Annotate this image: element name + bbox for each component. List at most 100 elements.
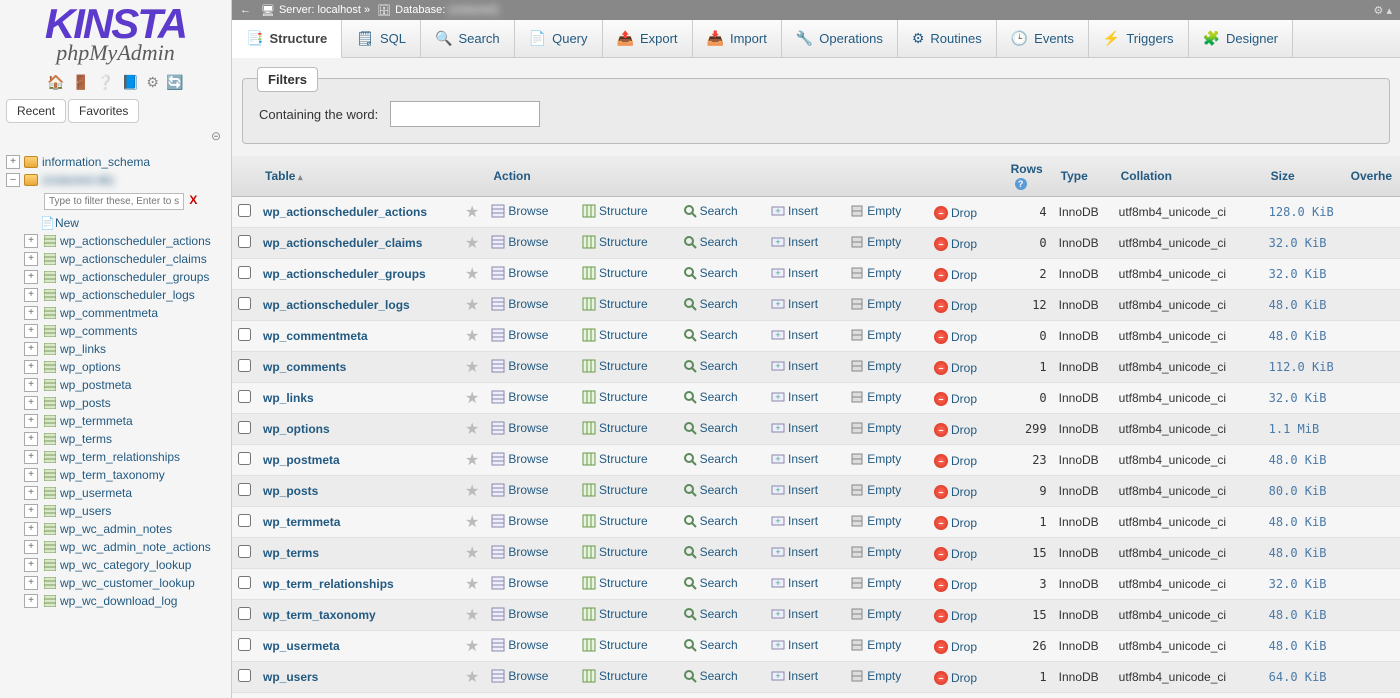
drop-action[interactable]: –Drop bbox=[934, 640, 977, 654]
structure-action[interactable]: Structure bbox=[582, 514, 648, 528]
search-action[interactable]: Search bbox=[683, 638, 738, 652]
tree-table-item[interactable]: + wp_users bbox=[0, 502, 231, 520]
table-name-link[interactable]: wp_users bbox=[263, 670, 318, 684]
tree-table-name[interactable]: wp_usermeta bbox=[60, 486, 132, 500]
favorite-star-icon[interactable]: ★ bbox=[459, 693, 485, 698]
tree-table-item[interactable]: +wp_wc_download_log bbox=[0, 592, 231, 610]
tree-table-item[interactable]: +wp_posts bbox=[0, 394, 231, 412]
insert-action[interactable]: +Insert bbox=[771, 421, 818, 435]
structure-action[interactable]: Structure bbox=[582, 545, 648, 559]
favorite-star-icon[interactable]: ★ bbox=[459, 414, 485, 445]
row-checkbox[interactable] bbox=[238, 390, 251, 403]
drop-action[interactable]: –Drop bbox=[934, 485, 977, 499]
table-name-link[interactable]: wp_postmeta bbox=[263, 453, 340, 467]
search-action[interactable]: Search bbox=[683, 266, 738, 280]
empty-action[interactable]: Empty bbox=[850, 483, 901, 497]
expand-icon[interactable]: + bbox=[24, 522, 38, 536]
table-name-link[interactable]: wp_posts bbox=[263, 484, 318, 498]
favorite-star-icon[interactable]: ★ bbox=[459, 662, 485, 693]
browse-action[interactable]: Browse bbox=[491, 514, 548, 528]
structure-action[interactable]: Structure bbox=[582, 638, 648, 652]
search-action[interactable]: Search bbox=[683, 421, 738, 435]
expand-icon[interactable]: + bbox=[24, 306, 38, 320]
insert-action[interactable]: +Insert bbox=[771, 452, 818, 466]
insert-action[interactable]: +Insert bbox=[771, 390, 818, 404]
expand-icon[interactable]: + bbox=[24, 396, 38, 410]
tree-table-item[interactable]: +wp_termmeta bbox=[0, 412, 231, 430]
tree-table-name[interactable]: wp_actionscheduler_actions bbox=[60, 234, 211, 248]
search-action[interactable]: Search bbox=[683, 235, 738, 249]
browse-action[interactable]: Browse bbox=[491, 359, 548, 373]
tree-table-name[interactable]: wp_commentmeta bbox=[60, 306, 158, 320]
tree-table-name[interactable]: wp_actionscheduler_groups bbox=[60, 270, 209, 284]
tree-table-item[interactable]: + wp_comments bbox=[0, 322, 231, 340]
db-node-information-schema[interactable]: + information_schema bbox=[0, 153, 231, 171]
row-checkbox[interactable] bbox=[238, 297, 251, 310]
row-checkbox[interactable] bbox=[238, 607, 251, 620]
tree-table-item[interactable]: +wp_term_relationships bbox=[0, 448, 231, 466]
favorite-star-icon[interactable]: ★ bbox=[459, 197, 485, 228]
search-action[interactable]: Search bbox=[683, 297, 738, 311]
expand-icon[interactable]: + bbox=[6, 155, 20, 169]
drop-action[interactable]: –Drop bbox=[934, 609, 977, 623]
search-action[interactable]: Search bbox=[683, 669, 738, 683]
tree-table-item[interactable]: +wp_actionscheduler_groups bbox=[0, 268, 231, 286]
empty-action[interactable]: Empty bbox=[850, 545, 901, 559]
tab-search[interactable]: 🔍Search bbox=[421, 20, 515, 57]
back-icon[interactable]: ← bbox=[240, 4, 251, 16]
empty-action[interactable]: Empty bbox=[850, 390, 901, 404]
tab-sql[interactable]: 🗒SQL bbox=[342, 20, 421, 57]
expand-icon[interactable]: + bbox=[24, 378, 38, 392]
drop-action[interactable]: –Drop bbox=[934, 516, 977, 530]
tree-table-item[interactable]: +wp_term_taxonomy bbox=[0, 466, 231, 484]
favorite-star-icon[interactable]: ★ bbox=[459, 476, 485, 507]
tree-table-item[interactable]: + wp_commentmeta bbox=[0, 304, 231, 322]
drop-action[interactable]: –Drop bbox=[934, 578, 977, 592]
server-name[interactable]: localhost bbox=[318, 4, 361, 16]
browse-action[interactable]: Browse bbox=[491, 452, 548, 466]
insert-action[interactable]: +Insert bbox=[771, 266, 818, 280]
row-checkbox[interactable] bbox=[238, 204, 251, 217]
row-checkbox[interactable] bbox=[238, 235, 251, 248]
tree-table-name[interactable]: wp_postmeta bbox=[60, 378, 131, 392]
expand-icon[interactable]: + bbox=[24, 558, 38, 572]
table-name-link[interactable]: wp_commentmeta bbox=[263, 329, 368, 343]
row-checkbox[interactable] bbox=[238, 421, 251, 434]
tree-table-name[interactable]: wp_users bbox=[60, 504, 111, 518]
empty-action[interactable]: Empty bbox=[850, 421, 901, 435]
insert-action[interactable]: +Insert bbox=[771, 638, 818, 652]
tree-table-name[interactable]: wp_links bbox=[60, 342, 106, 356]
empty-action[interactable]: Empty bbox=[850, 576, 901, 590]
favorite-star-icon[interactable]: ★ bbox=[459, 445, 485, 476]
favorite-star-icon[interactable]: ★ bbox=[459, 321, 485, 352]
drop-action[interactable]: –Drop bbox=[934, 268, 977, 282]
structure-action[interactable]: Structure bbox=[582, 483, 648, 497]
docs-icon[interactable]: 📘 bbox=[122, 74, 139, 91]
row-checkbox[interactable] bbox=[238, 514, 251, 527]
drop-action[interactable]: –Drop bbox=[934, 454, 977, 468]
drop-action[interactable]: –Drop bbox=[934, 392, 977, 406]
expand-icon[interactable]: + bbox=[24, 486, 38, 500]
settings-icon[interactable]: ⚙ bbox=[146, 74, 159, 91]
favorite-star-icon[interactable]: ★ bbox=[459, 507, 485, 538]
expand-icon[interactable]: + bbox=[24, 504, 38, 518]
row-checkbox[interactable] bbox=[238, 638, 251, 651]
favorite-star-icon[interactable]: ★ bbox=[459, 352, 485, 383]
drop-action[interactable]: –Drop bbox=[934, 206, 977, 220]
search-action[interactable]: Search bbox=[683, 452, 738, 466]
expand-icon[interactable]: + bbox=[24, 324, 38, 338]
table-name-link[interactable]: wp_options bbox=[263, 422, 330, 436]
row-checkbox[interactable] bbox=[238, 545, 251, 558]
collapse-icon[interactable]: – bbox=[6, 173, 20, 187]
tab-recent[interactable]: Recent bbox=[6, 99, 66, 123]
tree-table-name[interactable]: wp_comments bbox=[60, 324, 137, 338]
tree-table-name[interactable]: wp_options bbox=[60, 360, 121, 374]
browse-action[interactable]: Browse bbox=[491, 483, 548, 497]
col-size[interactable]: Size bbox=[1263, 156, 1343, 197]
tree-table-item[interactable]: +wp_wc_admin_notes bbox=[0, 520, 231, 538]
row-checkbox[interactable] bbox=[238, 266, 251, 279]
logout-icon[interactable]: 🚪 bbox=[72, 74, 89, 91]
drop-action[interactable]: –Drop bbox=[934, 299, 977, 313]
structure-action[interactable]: Structure bbox=[582, 328, 648, 342]
empty-action[interactable]: Empty bbox=[850, 514, 901, 528]
